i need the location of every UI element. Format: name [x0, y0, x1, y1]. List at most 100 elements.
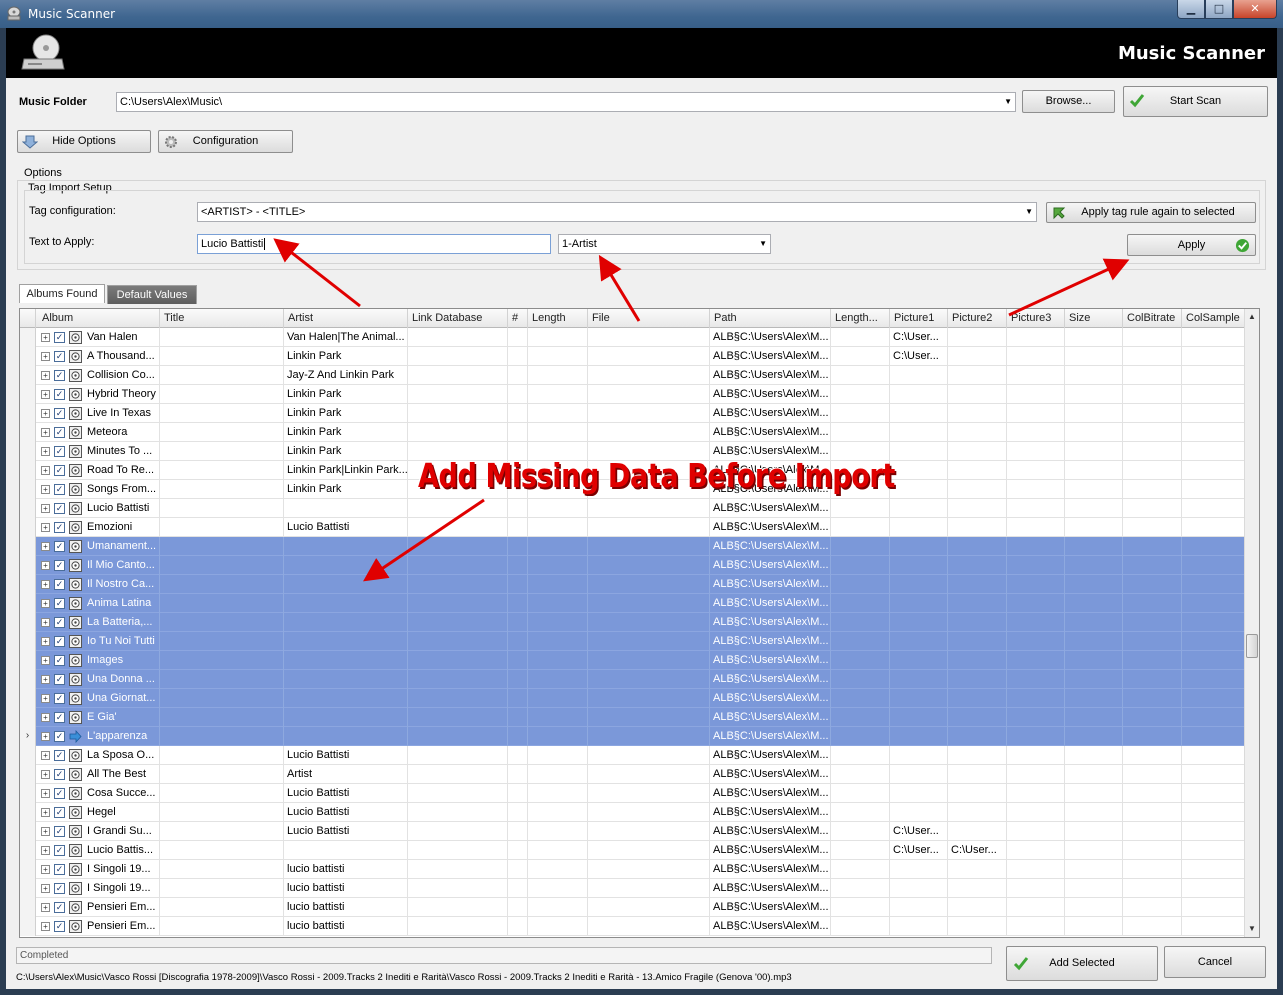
tag-configuration-combo[interactable]: <ARTIST> - <TITLE> ▼ — [197, 202, 1037, 222]
grid-cell-album[interactable]: Van Halen — [84, 328, 160, 347]
grid-cell-album[interactable]: I Grandi Su... — [84, 822, 160, 841]
grid-cell-pic1[interactable] — [890, 746, 948, 765]
grid-cell-empty[interactable] — [588, 727, 710, 746]
row-indicator[interactable] — [20, 917, 36, 936]
grid-cell-path[interactable]: ALB§C:\Users\Alex\M... — [710, 499, 831, 518]
grid-cell-empty[interactable] — [831, 860, 890, 879]
grid-cell-empty[interactable] — [508, 784, 528, 803]
grid-cell-artist[interactable]: lucio battisti — [284, 860, 408, 879]
grid-cell-artist[interactable] — [284, 841, 408, 860]
grid-cell-pic1[interactable] — [890, 423, 948, 442]
grid-cell-empty[interactable] — [408, 727, 508, 746]
grid-cell-pic2[interactable] — [948, 556, 1007, 575]
grid-cell-empty[interactable] — [508, 898, 528, 917]
grid-cell-empty[interactable] — [1123, 841, 1182, 860]
grid-cell-empty[interactable] — [1182, 860, 1245, 879]
grid-cell-empty[interactable] — [160, 594, 284, 613]
tab-albums-found[interactable]: Albums Found — [19, 284, 105, 303]
grid-cell-empty[interactable] — [508, 841, 528, 860]
grid-cell-pic1[interactable]: C:\User... — [890, 328, 948, 347]
grid-cell-empty[interactable] — [1123, 385, 1182, 404]
grid-cell-artist[interactable] — [284, 537, 408, 556]
expand-icon[interactable]: + — [41, 713, 50, 722]
grid-cell-empty[interactable] — [160, 423, 284, 442]
grid-cell-artist[interactable]: Linkin Park — [284, 480, 408, 499]
grid-cell-album[interactable]: Songs From... — [84, 480, 160, 499]
grid-cell-empty[interactable] — [588, 689, 710, 708]
table-row[interactable]: + ✓ Io Tu Noi Tutti ALB§C:\Users\Alex\M... — [20, 632, 1245, 651]
row-indicator[interactable] — [20, 423, 36, 442]
grid-cell-empty[interactable] — [528, 594, 588, 613]
expand-icon[interactable]: + — [41, 390, 50, 399]
table-row[interactable]: + ✓ Lucio Battisti ALB§C:\Users\Alex\M... — [20, 499, 1245, 518]
table-row[interactable]: + ✓ Van Halen Van Halen|The Animal... ALB§C:… — [20, 328, 1245, 347]
row-checkbox[interactable]: ✓ — [54, 598, 65, 609]
grid-cell-empty[interactable] — [528, 366, 588, 385]
grid-cell-empty[interactable] — [408, 898, 508, 917]
table-row[interactable]: + ✓ Hegel Lucio Battisti ALB§C:\Users\Alex\M… — [20, 803, 1245, 822]
expand-icon[interactable]: + — [41, 865, 50, 874]
grid-cell-empty[interactable] — [1065, 860, 1123, 879]
grid-cell-empty[interactable] — [1123, 480, 1182, 499]
grid-cell-empty[interactable] — [528, 746, 588, 765]
expand-icon[interactable]: + — [41, 922, 50, 931]
grid-cell-pic2[interactable] — [948, 537, 1007, 556]
row-indicator[interactable] — [20, 575, 36, 594]
grid-cell-empty[interactable] — [408, 860, 508, 879]
grid-cell-empty[interactable] — [160, 651, 284, 670]
table-row[interactable]: + ✓ All The Best Artist ALB§C:\Users\Alex\M.… — [20, 765, 1245, 784]
grid-cell-empty[interactable] — [528, 822, 588, 841]
grid-cell-empty[interactable] — [588, 822, 710, 841]
grid-cell-empty[interactable] — [588, 518, 710, 537]
grid-cell-pic2[interactable] — [948, 328, 1007, 347]
grid-cell-pic2[interactable] — [948, 670, 1007, 689]
grid-cell-empty[interactable] — [831, 556, 890, 575]
grid-cell-empty[interactable] — [160, 746, 284, 765]
grid-cell-empty[interactable] — [1182, 746, 1245, 765]
expand-icon[interactable]: + — [41, 808, 50, 817]
grid-cell-empty[interactable] — [1123, 898, 1182, 917]
grid-cell-empty[interactable] — [1007, 822, 1065, 841]
grid-cell-path[interactable]: ALB§C:\Users\Alex\M... — [710, 594, 831, 613]
grid-cell-artist[interactable] — [284, 613, 408, 632]
grid-cell-empty[interactable] — [508, 879, 528, 898]
grid-cell-empty[interactable] — [588, 784, 710, 803]
grid-cell-artist[interactable] — [284, 727, 408, 746]
grid-cell-pic2[interactable] — [948, 898, 1007, 917]
expand-icon[interactable]: + — [41, 884, 50, 893]
window-titlebar[interactable]: Music Scanner ▁ □ ✕ — [0, 0, 1283, 28]
grid-cell-empty[interactable] — [831, 727, 890, 746]
grid-cell-empty[interactable] — [160, 537, 284, 556]
grid-cell-empty[interactable] — [1123, 708, 1182, 727]
grid-cell-pic2[interactable] — [948, 765, 1007, 784]
grid-cell-empty[interactable] — [1123, 461, 1182, 480]
row-indicator[interactable] — [20, 670, 36, 689]
row-checkbox[interactable]: ✓ — [54, 484, 65, 495]
grid-cell-empty[interactable] — [508, 594, 528, 613]
grid-cell-empty[interactable] — [831, 765, 890, 784]
grid-cell-pic2[interactable] — [948, 442, 1007, 461]
row-checkbox[interactable]: ✓ — [54, 446, 65, 457]
grid-cell-artist[interactable] — [284, 708, 408, 727]
row-indicator[interactable] — [20, 556, 36, 575]
grid-cell-empty[interactable] — [1065, 366, 1123, 385]
grid-cell-empty[interactable] — [1065, 442, 1123, 461]
grid-cell-path[interactable]: ALB§C:\Users\Alex\M... — [710, 708, 831, 727]
grid-cell-empty[interactable] — [508, 518, 528, 537]
grid-cell-empty[interactable] — [408, 632, 508, 651]
grid-cell-empty[interactable] — [160, 461, 284, 480]
grid-cell-artist[interactable]: Jay-Z And Linkin Park — [284, 366, 408, 385]
table-row[interactable]: + ✓ La Batteria,... ALB§C:\Users\Alex\M... — [20, 613, 1245, 632]
grid-cell-empty[interactable] — [1182, 841, 1245, 860]
grid-cell-artist[interactable] — [284, 575, 408, 594]
grid-cell-pic1[interactable] — [890, 442, 948, 461]
grid-cell-empty[interactable] — [508, 689, 528, 708]
column-header[interactable]: ColSample — [1182, 309, 1245, 328]
grid-cell-pic2[interactable]: C:\User... — [948, 841, 1007, 860]
expand-icon[interactable]: + — [41, 333, 50, 342]
table-row[interactable]: + ✓ Lucio Battis... ALB§C:\Users\Alex\M... C… — [20, 841, 1245, 860]
grid-cell-empty[interactable] — [160, 499, 284, 518]
grid-cell-empty[interactable] — [408, 385, 508, 404]
grid-cell-empty[interactable] — [160, 765, 284, 784]
grid-cell-empty[interactable] — [831, 651, 890, 670]
